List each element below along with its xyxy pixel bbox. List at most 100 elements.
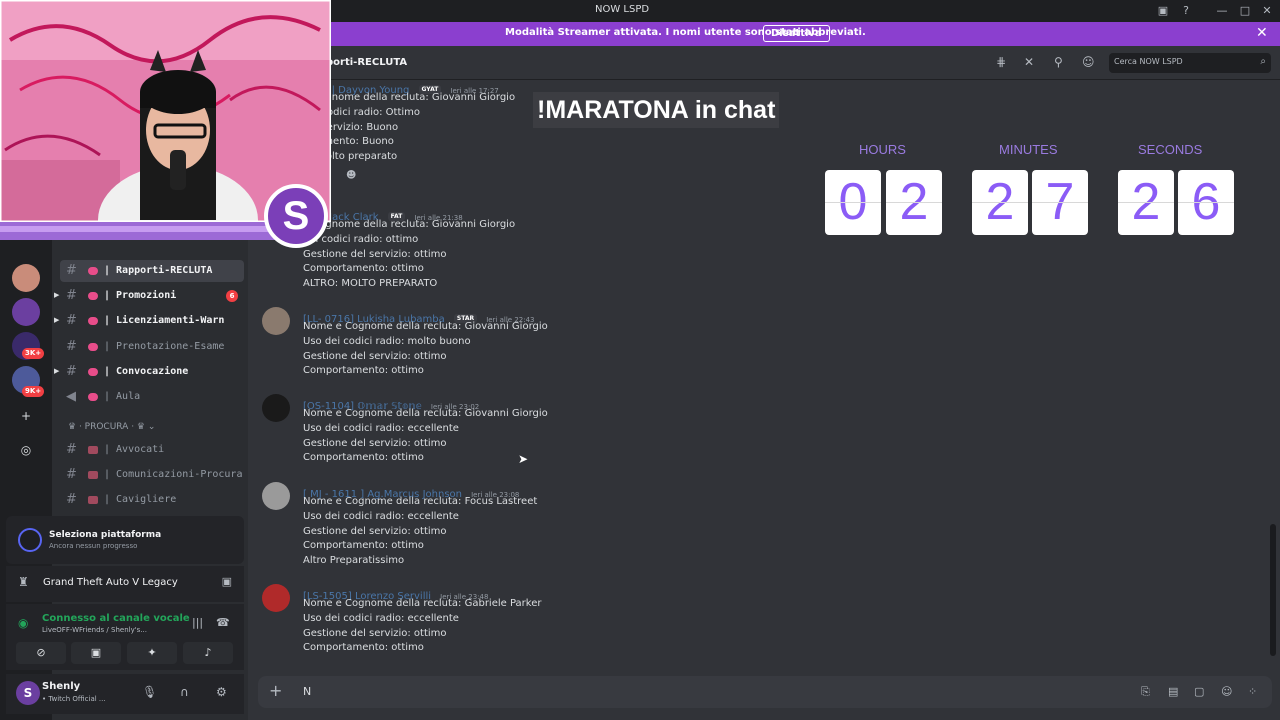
apps-icon[interactable]: ⁘ [1248,685,1257,698]
activity-title: Seleziona piattaforma [49,530,162,540]
channel-item-cavigliere[interactable]: # | Cavigliere [60,489,244,511]
channel-item-avvocati[interactable]: # | Avvocati [60,439,244,461]
channel-emoji-icon [88,267,98,275]
mention-badge: 3K+ [22,348,45,359]
message-line: Uso dei codici radio: eccellente [303,613,459,624]
message-line: Comportamento: ottimo [303,365,424,376]
headphones-icon[interactable]: ∩ [180,685,189,699]
message-line: Comportamento: ottimo [303,263,424,274]
discord-app: NOW LSPD ▣ ? — □ ✕ Modalità Streamer att… [0,0,1280,720]
flip-seam [1032,202,1088,203]
channel-item-aula[interactable]: ◀ | Aula [60,386,244,408]
countdown-digit: 7 [1032,170,1088,235]
message-line: Uso dei codici radio: eccellente [303,511,459,522]
gift-icon[interactable]: ⎘ [1141,685,1150,699]
username[interactable]: Shenly [42,681,80,692]
member-list-icon[interactable]: ☺ [1082,55,1095,69]
add-server-icon[interactable]: + [18,408,34,424]
avatar[interactable] [262,584,290,612]
channel-item-licenziamenti-warn[interactable]: ▶ # | Licenziamenti-Warn [54,310,244,332]
add-attachment-icon[interactable]: + [269,681,282,700]
search-input[interactable]: Cerca NOW LSPD ⌕ [1109,53,1271,73]
channel-header: porti-RECLUTA ⋕ ✕ ⚲ ☺ Cerca NOW LSPD ⌕ [248,46,1280,80]
server-icon[interactable] [12,298,40,326]
screen-share-button[interactable]: ▣ [71,642,121,664]
message-line: Uso dei codici radio: molto buono [303,336,471,347]
channel-item-convocazione[interactable]: ▶ # | Convocazione [54,361,244,383]
message-line: e Cognome della recluta: Giovanni Giorgi… [303,219,516,230]
activities-button[interactable]: ✦ [127,642,177,664]
minimize-button[interactable]: — [1213,2,1231,20]
hashtag-icon: # [66,313,77,328]
avatar[interactable] [262,482,290,510]
channel-item-rapporti-recluta[interactable]: # | Rapporti-RECLUTA [60,260,244,282]
maximize-button[interactable]: □ [1236,2,1254,20]
banner-close-icon[interactable]: ✕ [1256,25,1268,41]
category-label: · PROCURA · [78,422,135,432]
message-line: Nome e Cognome della recluta: Gabriele P… [303,598,542,609]
voice-status[interactable]: Connesso al canale vocale [42,613,190,624]
message-line: Comportamento: ottimo [303,452,424,463]
hashtag-icon: # [66,442,77,457]
disable-streamer-button[interactable]: Disattiva [763,25,830,42]
message-input[interactable]: N [303,685,311,698]
countdown-digit: 6 [1178,170,1234,235]
notifications-off-icon[interactable]: ✕ [1024,55,1034,69]
avatar[interactable] [262,394,290,422]
avatar[interactable] [262,307,290,335]
channel-label: | Licenziamenti-Warn [104,315,225,326]
reaction-icon[interactable]: ☻ [346,170,356,181]
hashtag-icon: # [66,288,77,303]
countdown-digit: 2 [1118,170,1174,235]
discover-icon[interactable]: ◎ [18,442,34,458]
help-icon[interactable]: ? [1177,2,1195,20]
game-activity[interactable]: ♜ Grand Theft Auto V Legacy ▣ [6,566,244,602]
mention-badge: 9K+ [22,386,45,397]
message-line: Nome e Cognome della recluta: Focus Last… [303,496,538,507]
channel-item-comunicazioni-procura[interactable]: # | Comunicazioni-Procura [60,464,244,486]
channel-item-prenotazione-esame[interactable]: # | Prenotazione-Esame [60,336,244,358]
voice-connection-panel: ◉ Connesso al canale vocale LiveOFF-WFri… [6,604,244,670]
window-close-button[interactable]: ✕ [1258,2,1276,20]
voice-channel-name[interactable]: LiveOFF-WFriends / Shenly's... [42,626,182,634]
message-line: Gestione del servizio: ottimo [303,351,447,362]
message-line: Gestione del servizio: ottimo [303,249,447,260]
message-composer[interactable]: + N ⎘ ▤ ▢ ☺ ⁘ [258,676,1272,708]
hashtag-icon: # [66,467,77,482]
channel-label: | Prenotazione-Esame [104,341,225,352]
unread-indicator: ▶ [54,316,60,324]
disconnect-icon[interactable]: ☎ [216,616,230,629]
briefcase-icon [88,496,98,504]
channel-item-promozioni[interactable]: ▶ # | Promozioni 6 [54,285,244,307]
threads-icon[interactable]: ⋕ [996,55,1006,69]
game-name: Grand Theft Auto V Legacy [43,577,178,588]
channel-label: | Avvocati [104,444,165,455]
camera-off-button[interactable]: ⊘ [16,642,66,664]
mic-icon[interactable]: 🎙 [142,685,157,699]
channel-label: | Rapporti-RECLUTA [104,265,213,276]
screen-share-icon[interactable]: ▣ [1154,2,1172,20]
mention-count-badge: 6 [226,290,238,302]
server-icon[interactable] [12,264,40,292]
noise-suppression-icon[interactable]: ||| [192,616,203,629]
gif-icon[interactable]: ▤ [1168,685,1178,698]
window-title: NOW LSPD [595,4,650,15]
avatar[interactable]: S [16,681,40,705]
category-procura[interactable]: ♛ · PROCURA · ♛ ⌄ [68,422,155,432]
stream-icon[interactable]: ▣ [222,575,232,588]
emoji-icon[interactable]: ☺ [1221,685,1232,698]
scrollbar[interactable] [1270,524,1276,656]
message-line: Gestione del servizio: ottimo [303,526,447,537]
flip-seam [972,202,1028,203]
message-line: Gestione del servizio: ottimo [303,438,447,449]
soundboard-button[interactable]: ♪ [183,642,233,664]
sticker-icon[interactable]: ▢ [1194,685,1204,698]
countdown-digit: 2 [972,170,1028,235]
activity-panel[interactable]: Seleziona piattaforma Ancora nessun prog… [6,516,244,564]
search-icon: ⌕ [1260,56,1266,67]
settings-gear-icon[interactable]: ⚙ [216,685,227,699]
flip-seam [1178,202,1234,203]
unread-indicator: ▶ [54,291,60,299]
pin-icon[interactable]: ⚲ [1054,55,1063,69]
message-line: e Cognome della recluta: Giovanni Giorgi… [303,92,516,103]
